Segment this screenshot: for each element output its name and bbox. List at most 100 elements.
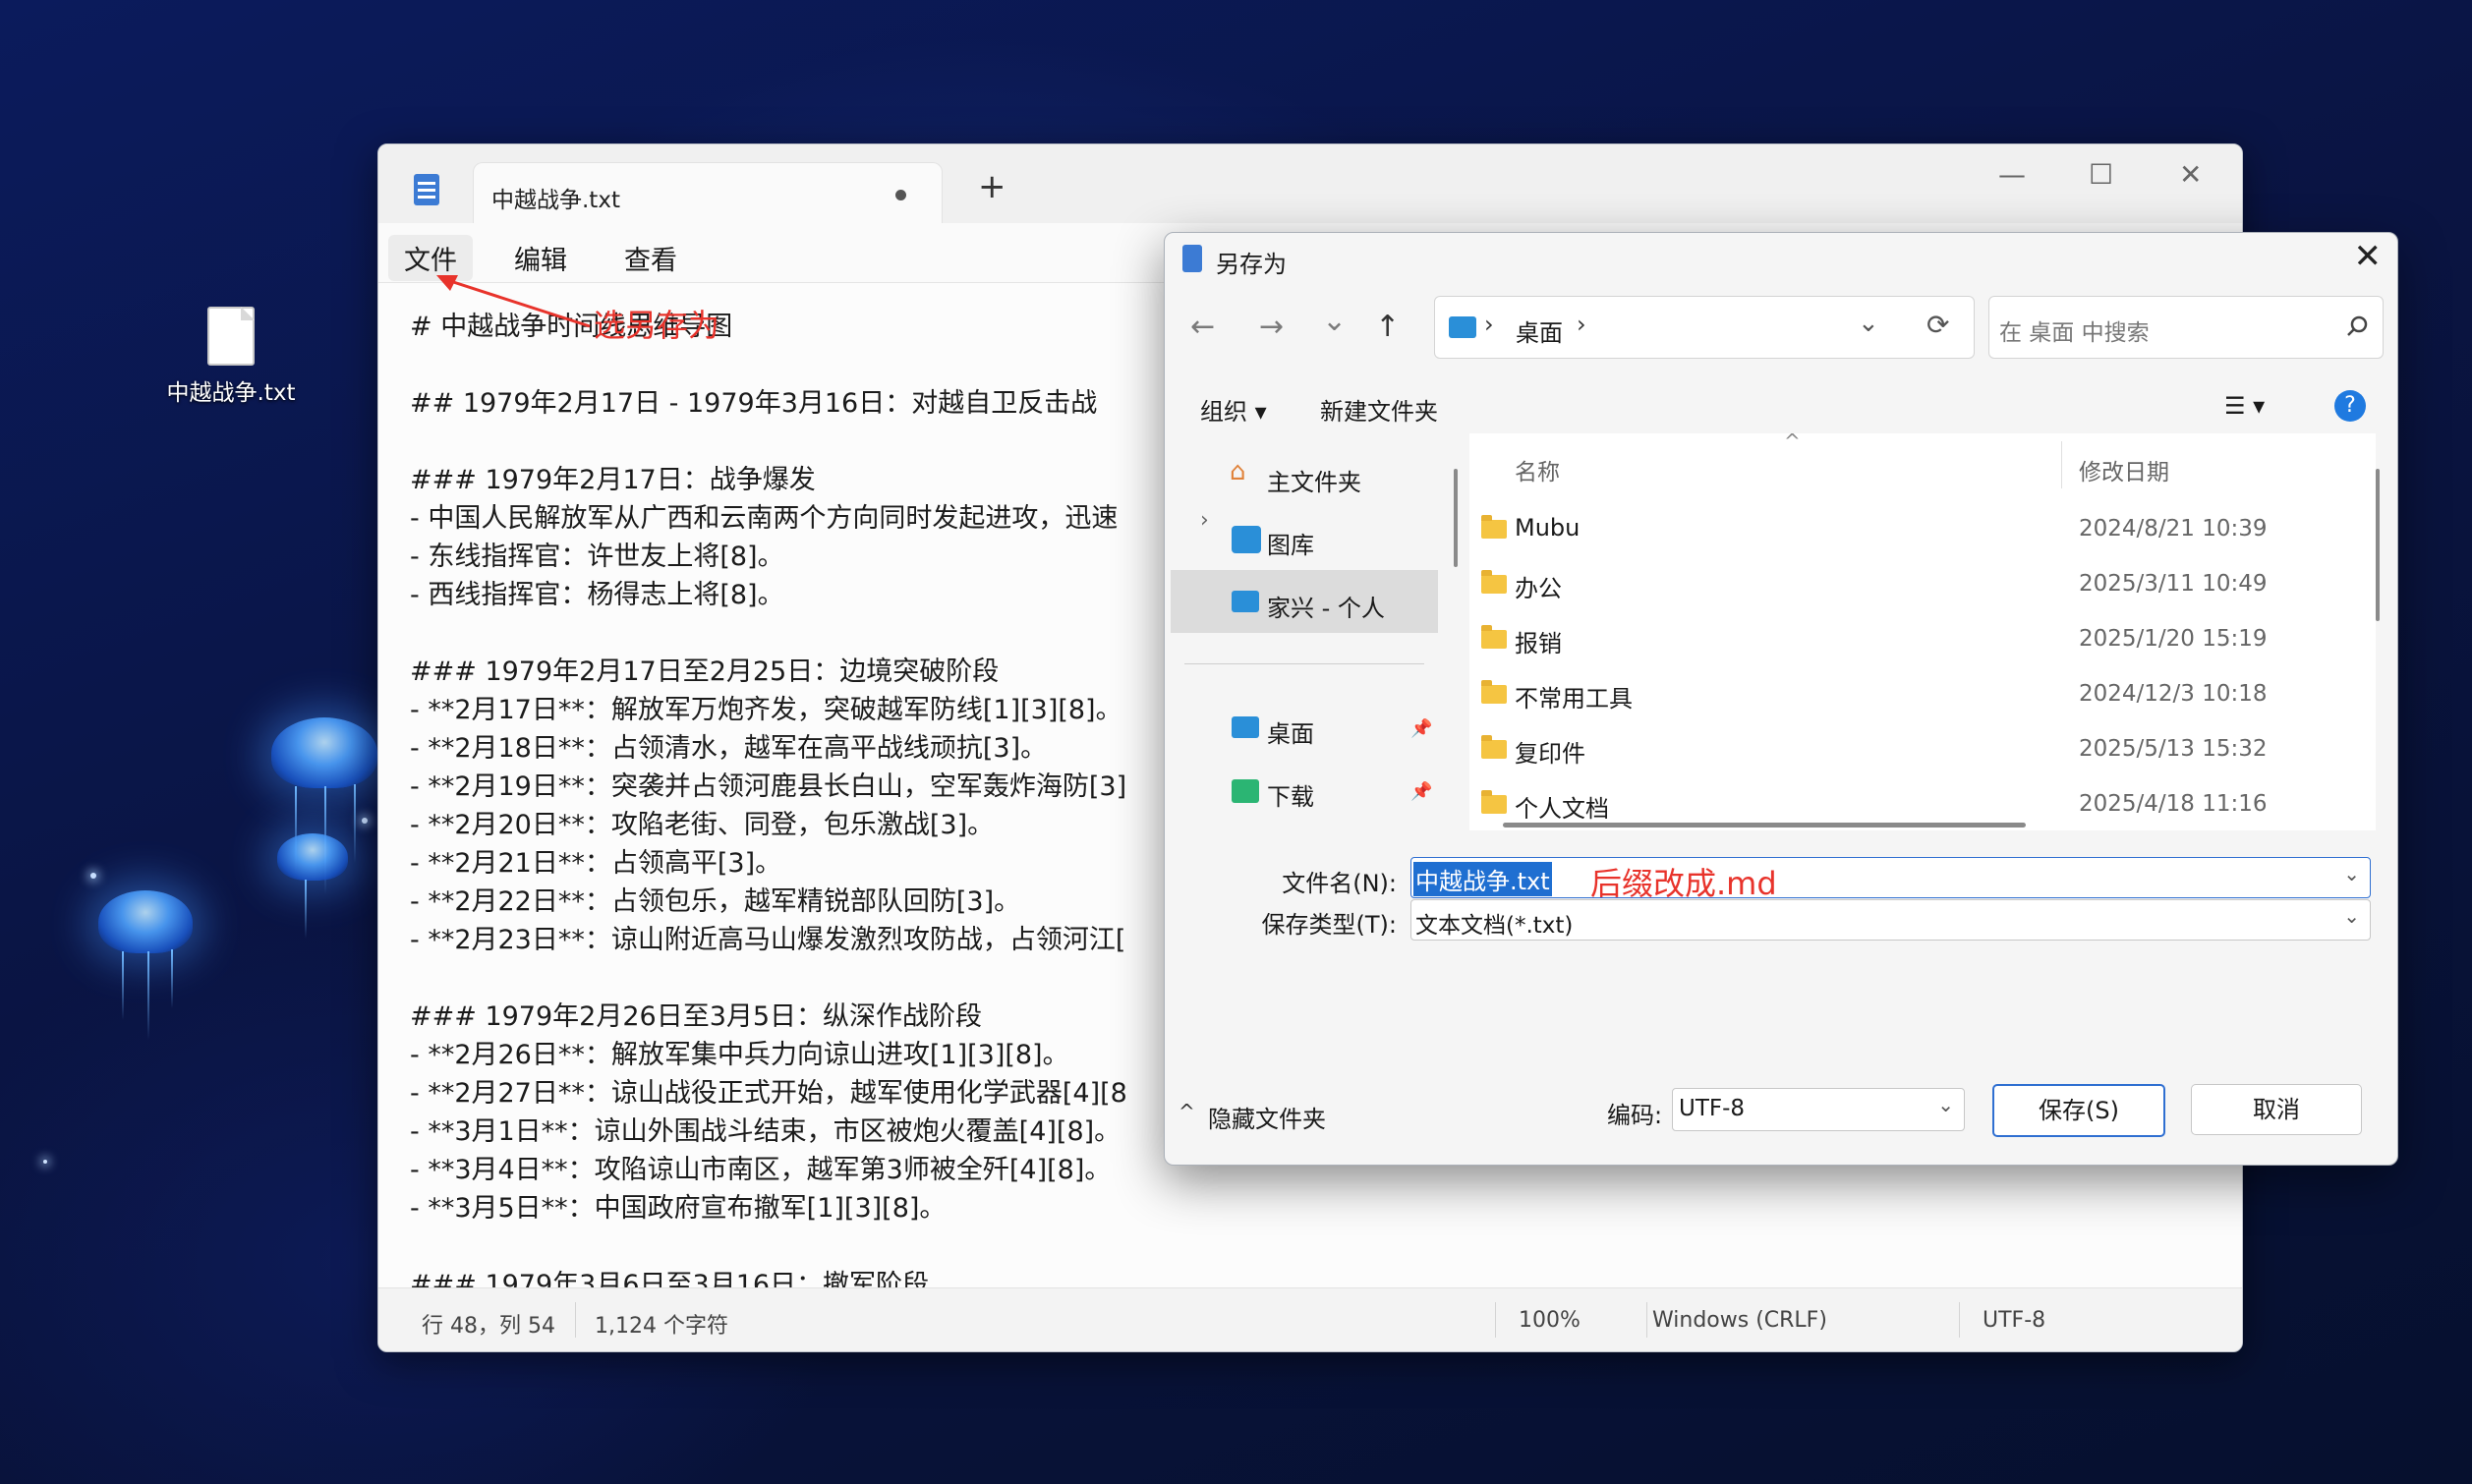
cloud-folder-icon — [1232, 591, 1259, 612]
organize-button[interactable]: 组织 ▾ — [1200, 392, 1267, 427]
editor-line: - **2月18日**：占领清水，越军在高平战线顽抗[3]。 — [410, 733, 1048, 764]
recent-locations-button[interactable]: ⌄ — [1322, 304, 1347, 338]
hide-folders-toggle[interactable]: 隐藏文件夹 — [1208, 1100, 1326, 1134]
minimize-button[interactable]: — — [1998, 158, 2026, 191]
editor-line: ## 1979年2月17日 - 1979年3月16日：对越自卫反击战 — [410, 388, 1098, 419]
pin-icon: 📌 — [1410, 781, 1433, 802]
desktop-file-label: 中越战争.txt — [166, 380, 296, 406]
view-options-button[interactable]: ☰ ▾ — [2224, 392, 2265, 420]
encoding-value: UTF-8 — [1679, 1096, 1746, 1121]
editor-line: - **2月17日**：解放军万炮齐发，突破越军防线[1][3][8]。 — [410, 695, 1122, 725]
new-tab-button[interactable]: + — [978, 170, 1006, 203]
editor-line: ### 1979年2月17日至2月25日：边境突破阶段 — [410, 656, 1000, 687]
chevron-up-icon[interactable]: ^ — [1179, 1100, 1195, 1123]
dialog-title: 另存为 — [1216, 251, 1287, 278]
filename-input[interactable]: 中越战争.txt ⌄ — [1410, 857, 2371, 898]
desktop-file-icon[interactable]: 中越战争.txt — [147, 307, 315, 407]
sidebar-item-personal[interactable]: 家兴 - 个人 — [1267, 589, 1385, 623]
file-row-name[interactable]: 报销 — [1515, 624, 1562, 658]
new-folder-button[interactable]: 新建文件夹 — [1320, 392, 1438, 427]
save-button[interactable]: 保存(S) — [1992, 1084, 2165, 1137]
nav-scrollbar[interactable] — [1454, 469, 1458, 567]
file-row-name[interactable]: 复印件 — [1515, 734, 1585, 769]
file-list: ^ 名称 修改日期 Mubu 2024/8/21 10:39 办公 2025/3/11… — [1469, 429, 2376, 830]
unsaved-dot-icon[interactable] — [895, 190, 906, 200]
file-row-date: 2024/8/21 10:39 — [2079, 516, 2268, 542]
status-encoding[interactable]: UTF-8 — [1983, 1308, 2045, 1333]
star-decoration — [43, 1160, 47, 1164]
folder-icon — [1481, 570, 1507, 594]
editor-line: ### 1979年3月6日至3月16日：撤军阶段 — [410, 1270, 930, 1288]
search-box[interactable]: 在 桌面 中搜索 — [1988, 296, 2384, 359]
column-header-date[interactable]: 修改日期 — [2079, 453, 2169, 486]
sidebar-item-home[interactable]: 主文件夹 — [1267, 463, 1361, 497]
text-file-icon — [207, 307, 255, 366]
editor-line: - **2月27日**：谅山战役正式开始，越军使用化学武器[4][8 — [410, 1078, 1127, 1109]
notepad-app-icon — [414, 174, 439, 205]
cancel-button[interactable]: 取消 — [2191, 1084, 2362, 1135]
status-line-ending[interactable]: Windows (CRLF) — [1652, 1308, 1827, 1333]
editor-line: - **3月5日**：中国政府宣布撤军[1][3][8]。 — [410, 1193, 947, 1224]
column-header-name[interactable]: 名称 — [1515, 453, 1560, 486]
file-row-name[interactable]: Mubu — [1515, 514, 1580, 542]
file-row-name[interactable]: 不常用工具 — [1515, 679, 1633, 713]
vertical-scrollbar[interactable] — [2376, 469, 2380, 621]
editor-line: - **2月26日**：解放军集中兵力向谅山进攻[1][3][8]。 — [410, 1040, 1069, 1070]
menu-view[interactable]: 查看 — [608, 235, 693, 281]
back-button[interactable]: ← — [1190, 310, 1215, 344]
up-button[interactable]: ↑ — [1375, 310, 1400, 344]
sidebar-item-desktop[interactable]: 桌面 — [1267, 714, 1314, 749]
forward-button[interactable]: → — [1259, 310, 1284, 344]
navigation-pane: › ⌂ 主文件夹 图库 家兴 - 个人 桌面 📌 下载 📌 — [1165, 433, 1450, 834]
filename-value: 中越战争.txt — [1413, 862, 1552, 896]
sort-ascending-icon: ^ — [1784, 429, 1801, 453]
save-type-select[interactable]: 文本文档(*.txt) ⌄ — [1410, 899, 2371, 941]
editor-line: - **2月20日**：攻陷老街、同登，包乐激战[3]。 — [410, 810, 995, 840]
sidebar-item-downloads[interactable]: 下载 — [1267, 777, 1314, 812]
encoding-select[interactable]: UTF-8 ⌄ — [1672, 1088, 1965, 1131]
help-icon[interactable]: ? — [2334, 390, 2366, 422]
chevron-right-icon[interactable]: › — [1200, 508, 1209, 533]
editor-line: - **3月4日**：攻陷谅山市南区，越军第3师被全歼[4][8]。 — [410, 1155, 1112, 1185]
chevron-down-icon[interactable]: ⌄ — [1937, 1093, 1954, 1116]
status-zoom[interactable]: 100% — [1519, 1308, 1581, 1333]
status-char-count: 1,124 个字符 — [595, 1314, 728, 1339]
editor-line: - **2月23日**：谅山附近高马山爆发激烈攻防战，占领河江[ — [410, 925, 1126, 955]
file-row-name[interactable]: 办公 — [1515, 569, 1562, 603]
file-row-date: 2025/3/11 10:49 — [2079, 571, 2268, 597]
status-bar: 行 48，列 54 1,124 个字符 100% Windows (CRLF) … — [378, 1287, 2242, 1351]
breadcrumb-location[interactable]: 桌面 — [1516, 314, 1563, 348]
jellyfish-decoration — [277, 833, 348, 881]
folder-icon — [1481, 515, 1507, 539]
file-row-name[interactable]: 个人文档 — [1515, 789, 1609, 824]
jellyfish-decoration — [271, 717, 377, 788]
horizontal-scrollbar[interactable] — [1503, 823, 2026, 828]
jellyfish-decoration — [98, 890, 193, 953]
file-row-date: 2024/12/3 10:18 — [2079, 681, 2268, 707]
chevron-down-icon[interactable]: ⌄ — [2343, 862, 2360, 885]
sidebar-item-gallery[interactable]: 图库 — [1267, 526, 1314, 560]
star-decoration — [362, 818, 368, 824]
refresh-button[interactable]: ⟳ — [1926, 309, 1949, 341]
editor-line: - 中国人民解放军从广西和云南两个方向同时发起进攻，迅速 — [410, 503, 1119, 534]
desktop-folder-icon — [1449, 316, 1476, 338]
editor-line: - **2月21日**：占领高平[3]。 — [410, 848, 782, 879]
chevron-down-icon[interactable]: ⌄ — [2343, 904, 2360, 928]
file-row-date: 2025/1/20 15:19 — [2079, 626, 2268, 652]
star-decoration — [90, 873, 96, 879]
dialog-app-icon — [1182, 245, 1202, 272]
close-button[interactable]: ✕ — [2179, 158, 2202, 191]
folder-icon — [1481, 625, 1507, 649]
annotation-arrow — [436, 275, 591, 328]
address-bar[interactable]: › 桌面 › ⌄ ⟳ — [1434, 296, 1975, 359]
maximize-button[interactable]: ☐ — [2089, 158, 2113, 191]
folder-icon — [1481, 735, 1507, 759]
editor-line: - **3月1日**：谅山外围战斗结束，市区被炮火覆盖[4][8]。 — [410, 1116, 1121, 1147]
tab-title: 中越战争.txt — [491, 188, 620, 213]
notepad-titlebar: 中越战争.txt + — ☐ ✕ — [378, 144, 2242, 224]
downloads-icon — [1232, 779, 1259, 803]
dialog-close-button[interactable]: ✕ — [2354, 237, 2383, 276]
chevron-down-icon[interactable]: ⌄ — [1858, 309, 1879, 338]
editor-line: ### 1979年2月26日至3月5日：纵深作战阶段 — [410, 1001, 983, 1032]
notepad-tab[interactable]: 中越战争.txt — [473, 162, 943, 224]
